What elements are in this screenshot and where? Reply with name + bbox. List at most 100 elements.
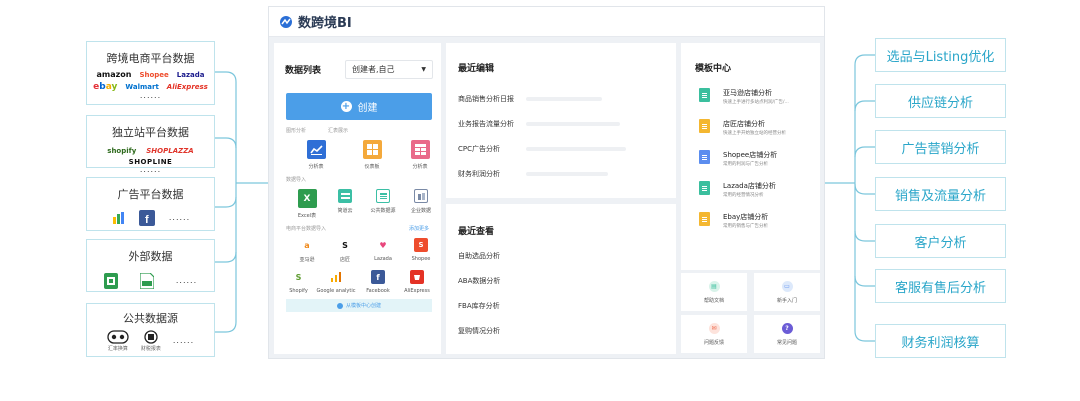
more-dots: ...... <box>172 336 195 345</box>
create-from-template-label: 从模板中心创建 <box>345 303 381 309</box>
platform-shopify-tile[interactable]: S Shopify <box>284 270 313 295</box>
recent-edit-title: 最近编辑 <box>458 64 495 74</box>
public-data-icon <box>376 189 390 203</box>
source-title: 独立站平台数据 <box>112 126 189 139</box>
source-title: 公共数据源 <box>123 312 178 325</box>
platform-shoplazza-tile[interactable]: S 店匠 <box>326 238 364 264</box>
add-more-link[interactable]: 添加更多 <box>409 225 429 232</box>
category-customer: 客户分析 <box>875 224 1006 258</box>
category-ad-marketing: 广告营销分析 <box>875 130 1006 164</box>
tax-report-icon: 财税报表 <box>141 330 161 352</box>
shoplazza-icon: S <box>342 240 348 250</box>
aliexpress-icon <box>410 270 424 284</box>
creator-filter-select[interactable]: 创建者,自己 ▼ <box>345 60 433 79</box>
template-item-ebay[interactable]: Ebay店铺分析 常用的销售与广告分析 <box>681 212 820 229</box>
tile-label: 亚马逊 <box>299 257 315 263</box>
table-grid-icon <box>410 140 430 159</box>
section-chart-analysis: 图形分析 <box>286 128 307 134</box>
recent-view-item[interactable]: FBA库存分析 <box>446 293 676 318</box>
aliexpress-logo: AliExpress <box>166 83 208 91</box>
document-icon <box>699 212 710 226</box>
category-finance-profit: 财务利润核算 <box>875 324 1006 358</box>
recent-edit-panel: 最近编辑 商品销售分析日报 业务报告流量分析 CPC广告分析 财务利润分析 <box>446 43 676 198</box>
document-icon <box>699 181 710 195</box>
category-customer-service: 客服有售后分析 <box>875 269 1006 303</box>
tile-label: 公共数据源 <box>370 208 396 214</box>
create-button-label: 创建 <box>357 103 378 114</box>
recent-view-title: 最近查看 <box>458 227 495 237</box>
document-icon <box>699 88 710 102</box>
data-list-panel: 数据列表 创建者,自己 ▼ + 创建 图形分析 汇表展示 分析表 仪表板 分析表… <box>274 43 441 354</box>
shopify-logo: shopify <box>107 147 137 155</box>
platform-amazon-tile[interactable]: a 亚马逊 <box>288 238 326 264</box>
beginner-guide-button[interactable]: ▭ 新手入门 <box>754 273 820 311</box>
jiandaoyun-import-tile[interactable]: 简道云 <box>326 189 364 219</box>
analysis-table-tile[interactable]: 分析表 <box>288 140 344 170</box>
amazon-logo: amazon <box>96 70 132 79</box>
source-title: 广告平台数据 <box>117 188 184 201</box>
google-analytics-icon <box>329 270 343 284</box>
template-item-shoplazza[interactable]: 店匠店铺分析 快速上手开始独立站的经营分析 <box>681 119 820 136</box>
shopify-bag-icon: S <box>295 272 302 282</box>
dashboard-tile[interactable]: 仪表板 <box>344 140 400 170</box>
section-platform-import: 电商平台数据导入 <box>286 226 327 232</box>
template-center-panel: 模板中心 亚马逊店铺分析 快速上手进行多站点利润/广告/... 店匠店铺分析 快速上… <box>681 43 820 270</box>
csv-file-icon <box>139 273 154 289</box>
category-product-selection: 选品与Listing优化 <box>875 38 1006 72</box>
exchange-rate-label: 汇率换算 <box>107 346 128 352</box>
lazada-heart-icon: ♥ <box>379 240 387 250</box>
dashboard-grid-icon <box>362 140 382 159</box>
app-header: 数跨境BI <box>269 7 824 37</box>
recent-view-item[interactable]: 复购情况分析 <box>446 318 676 343</box>
plus-icon: + <box>340 101 352 112</box>
data-list-title: 数据列表 <box>285 66 322 76</box>
recent-edit-item[interactable]: 财务利润分析 <box>446 161 676 186</box>
feedback-icon: ✉ <box>708 322 720 334</box>
template-icon <box>336 302 343 309</box>
analysis-table-2-tile[interactable]: 分析表 <box>400 140 440 170</box>
platform-facebook-tile[interactable]: f Facebook <box>359 270 397 294</box>
tile-label: Google analytic <box>316 288 356 294</box>
source-ad-platforms: 广告平台数据 f ...... <box>86 177 215 231</box>
app-window: 数跨境BI 数据列表 创建者,自己 ▼ + 创建 图形分析 汇表展示 分析表 仪… <box>268 6 825 359</box>
source-ecommerce-platforms: 跨境电商平台数据 amazon Shopee Lazada ebay Walma… <box>86 41 215 105</box>
recent-edit-item[interactable]: 商品销售分析日报 <box>446 86 676 111</box>
svg-text:f: f <box>145 214 149 226</box>
line-chart-icon <box>306 140 326 159</box>
tile-label: 仪表板 <box>364 164 380 170</box>
excel-icon: X <box>297 189 317 208</box>
tile-label: Lazada <box>374 256 392 262</box>
facebook-icon: f <box>371 270 385 284</box>
template-item-lazada[interactable]: Lazada店铺分析 常用的经营情况分析 <box>681 181 820 198</box>
help-docs-button[interactable]: ▤ 帮助文档 <box>681 273 747 311</box>
enterprise-data-icon <box>414 189 428 203</box>
exchange-rate-icon: 汇率换算 <box>107 330 129 352</box>
recent-edit-item[interactable]: 业务报告流量分析 <box>446 111 676 136</box>
excel-import-tile[interactable]: X Excel表 <box>288 189 326 219</box>
create-from-template-button[interactable]: 从模板中心创建 <box>286 299 432 312</box>
recent-view-item[interactable]: ABA数据分析 <box>446 268 676 293</box>
tile-label: 分析表 <box>412 164 428 170</box>
feedback-button[interactable]: ✉ 问题反馈 <box>681 315 747 353</box>
template-item-amazon[interactable]: 亚马逊店铺分析 快速上手进行多站点利润/广告/... <box>681 88 820 105</box>
platform-google-analytics-tile[interactable]: Google analytic <box>313 270 359 294</box>
creator-filter-value: 创建者,自己 <box>352 65 395 74</box>
ebay-logo: ebay <box>93 82 118 92</box>
platform-aliexpress-tile[interactable]: AliExpress <box>397 270 437 294</box>
public-data-import-tile[interactable]: 公共数据源 <box>364 189 402 219</box>
lazada-logo: Lazada <box>176 70 205 79</box>
category-sales-traffic: 销售及流量分析 <box>875 177 1006 211</box>
facebook-icon: f <box>138 210 155 226</box>
tile-label: Shopee <box>411 256 431 262</box>
template-item-shopee[interactable]: Shopee店铺分析 常用的利润与广告分析 <box>681 150 820 167</box>
tax-report-label: 财税报表 <box>140 346 161 352</box>
faq-button[interactable]: ? 常见问题 <box>754 315 820 353</box>
create-button[interactable]: + 创建 <box>286 93 432 120</box>
help-label: 常见问题 <box>776 339 797 346</box>
platform-shopee-tile[interactable]: S Shopee <box>402 238 440 263</box>
more-dots: ...... <box>168 213 191 222</box>
recent-edit-item[interactable]: CPC广告分析 <box>446 136 676 161</box>
recent-view-item[interactable]: 自助选品分析 <box>446 243 676 268</box>
platform-lazada-tile[interactable]: ♥ Lazada <box>364 238 402 263</box>
enterprise-data-import-tile[interactable]: 企业数据 <box>402 189 440 219</box>
